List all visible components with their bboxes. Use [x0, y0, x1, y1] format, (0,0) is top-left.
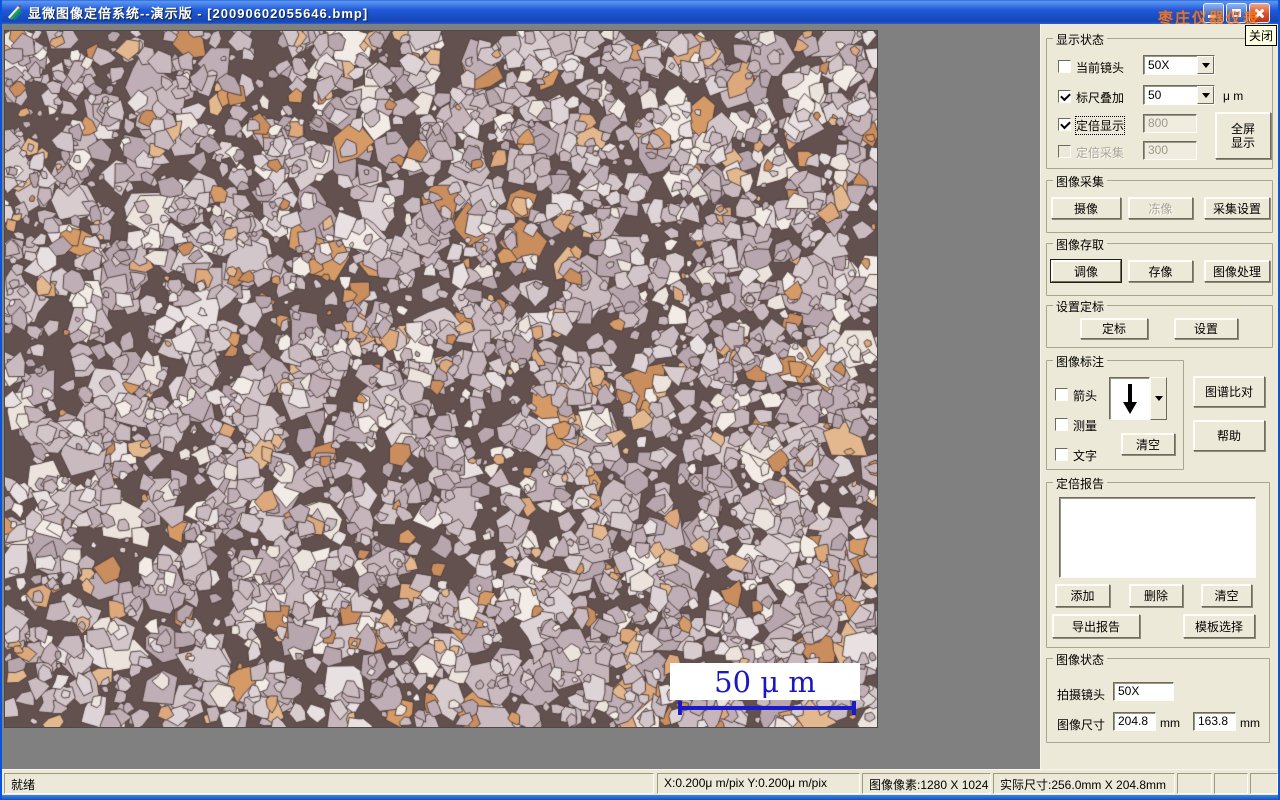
checkbox-arrow-label: 箭头: [1073, 389, 1098, 403]
scale-bar-label: 50 μ m: [714, 664, 816, 699]
restore-icon: [1232, 9, 1241, 17]
window-bottom-border: [2, 795, 1278, 800]
clear-annotation-button[interactable]: 清空: [1121, 433, 1175, 455]
checkbox-text[interactable]: [1055, 448, 1068, 461]
group-title: 图像采集: [1053, 173, 1108, 190]
load-image-button[interactable]: 调像: [1050, 259, 1122, 283]
checkbox-scale-overlay-label: 标尺叠加: [1076, 91, 1125, 105]
scale-bar: 50 μ m: [670, 663, 860, 700]
group-title: 图像标注: [1053, 353, 1108, 370]
status-empty-pane: [1214, 773, 1248, 794]
checkbox-text-label: 文字: [1073, 449, 1098, 463]
chevron-down-icon[interactable]: [1197, 86, 1214, 104]
checkbox-measure[interactable]: [1055, 418, 1068, 431]
fixed-display-value-field: 800: [1143, 114, 1197, 133]
scale-bar-rule: [678, 706, 856, 710]
chevron-down-icon[interactable]: [1197, 56, 1214, 74]
freeze-button: 冻像: [1128, 197, 1193, 219]
group-title: 显示状态: [1053, 31, 1108, 48]
group-report: 定倍报告 添加 删除 清空 导出报告 模板选择: [1046, 475, 1270, 648]
status-image-pixels: 图像像素:1280 X 1024: [862, 773, 991, 794]
minimize-button[interactable]: [1203, 3, 1224, 23]
lens-combobox[interactable]: 50X: [1143, 55, 1215, 75]
checkbox-current-lens-label: 当前镜头: [1076, 61, 1125, 75]
app-window: 显微图像定倍系统--演示版 - [20090602055646.bmp] 枣庄仪…: [0, 0, 1280, 800]
client-area: 50 μ m 显示状态 当前镜头 50X 标尺叠加 50 μ m 定倍显示 80…: [2, 24, 1278, 769]
group-title: 图像存取: [1053, 236, 1108, 253]
app-icon: [6, 4, 24, 20]
status-xy-scale: X:0.200μ m/pix Y:0.200μ m/pix: [657, 773, 860, 794]
capture-settings-button[interactable]: 采集设置: [1204, 197, 1270, 219]
title-bar: 显微图像定倍系统--演示版 - [20090602055646.bmp] 枣庄仪…: [2, 0, 1278, 27]
status-ready: 就绪: [4, 773, 654, 794]
lens-combobox-value: 50X: [1148, 58, 1170, 72]
image-width-field[interactable]: 204.8: [1113, 712, 1156, 731]
checkbox-fixed-display-label: 定倍显示: [1074, 116, 1126, 135]
report-clear-button[interactable]: 清空: [1201, 584, 1252, 607]
group-annotation: 图像标注 箭头 测量 文字 清空: [1046, 353, 1184, 470]
image-size-label: 图像尺寸: [1057, 718, 1106, 732]
image-height-field[interactable]: 163.8: [1193, 712, 1236, 731]
group-image-status: 图像状态 拍摄镜头 50X 图像尺寸 204.8 mm 163.8 mm: [1046, 651, 1270, 743]
scale-unit-label: μ m: [1223, 89, 1244, 103]
report-delete-button[interactable]: 删除: [1129, 584, 1183, 607]
restore-button[interactable]: [1226, 3, 1247, 23]
checkbox-current-lens[interactable]: [1058, 60, 1071, 73]
scale-combobox[interactable]: 50: [1143, 85, 1215, 105]
scale-bar-line: [678, 701, 856, 715]
group-capture: 图像采集 摄像 冻像 采集设置: [1046, 173, 1273, 233]
settings-button[interactable]: 设置: [1174, 318, 1238, 339]
minimize-icon: [1208, 15, 1216, 18]
status-bar: 就绪 X:0.200μ m/pix Y:0.200μ m/pix 图像像素:12…: [2, 769, 1278, 795]
checkbox-fixed-capture: [1058, 145, 1071, 158]
status-empty-pane: [1250, 773, 1278, 794]
save-image-button[interactable]: 存像: [1128, 260, 1193, 282]
arrow-style-combobox[interactable]: [1109, 377, 1167, 420]
checkbox-fixed-capture-label: 定倍采集: [1076, 146, 1125, 160]
report-listbox[interactable]: [1059, 497, 1256, 578]
height-unit-label: mm: [1240, 716, 1260, 730]
group-calibration: 设置定标 定标 设置: [1046, 298, 1273, 348]
close-button[interactable]: [1249, 3, 1270, 23]
group-title: 定倍报告: [1053, 475, 1108, 492]
help-button[interactable]: 帮助: [1193, 420, 1265, 451]
checkbox-measure-label: 测量: [1073, 419, 1098, 433]
group-display-status: 显示状态 当前镜头 50X 标尺叠加 50 μ m 定倍显示 800 定倍采集 …: [1046, 31, 1273, 169]
checkbox-arrow[interactable]: [1055, 388, 1068, 401]
close-tooltip: 关闭: [1245, 25, 1278, 46]
group-title: 图像状态: [1053, 651, 1108, 668]
checkbox-fixed-display[interactable]: [1058, 118, 1071, 131]
scale-bar-tick-right: [852, 701, 856, 715]
capture-button[interactable]: 摄像: [1051, 197, 1121, 219]
status-empty-pane: [1177, 773, 1212, 794]
fullscreen-button[interactable]: 全屏 显示: [1215, 112, 1271, 159]
arrow-down-icon: [1109, 377, 1150, 420]
report-add-button[interactable]: 添加: [1055, 584, 1110, 607]
micrograph-image: [5, 31, 877, 727]
group-title: 设置定标: [1053, 298, 1108, 315]
checkbox-scale-overlay[interactable]: [1058, 90, 1071, 103]
calibrate-button[interactable]: 定标: [1080, 318, 1148, 339]
window-controls: [1203, 3, 1270, 23]
window-title: 显微图像定倍系统--演示版 - [20090602055646.bmp]: [28, 5, 369, 21]
image-processing-button[interactable]: 图像处理: [1204, 260, 1270, 282]
export-report-button[interactable]: 导出报告: [1052, 614, 1140, 638]
group-storage: 图像存取 调像 存像 图像处理: [1046, 236, 1273, 296]
chevron-down-icon[interactable]: [1150, 377, 1167, 420]
lens-value-field[interactable]: 50X: [1113, 682, 1174, 701]
atlas-compare-button[interactable]: 图谱比对: [1193, 376, 1265, 407]
lens-label: 拍摄镜头: [1057, 688, 1106, 702]
scale-combobox-value: 50: [1148, 88, 1162, 102]
control-panel: 显示状态 当前镜头 50X 标尺叠加 50 μ m 定倍显示 800 定倍采集 …: [1040, 24, 1278, 769]
template-select-button[interactable]: 模板选择: [1183, 614, 1255, 638]
micrograph-viewport[interactable]: 50 μ m: [4, 30, 878, 728]
status-actual-size: 实际尺寸:256.0mm X 204.8mm: [993, 773, 1175, 794]
width-unit-label: mm: [1160, 716, 1180, 730]
fixed-capture-value-field: 300: [1143, 141, 1197, 160]
